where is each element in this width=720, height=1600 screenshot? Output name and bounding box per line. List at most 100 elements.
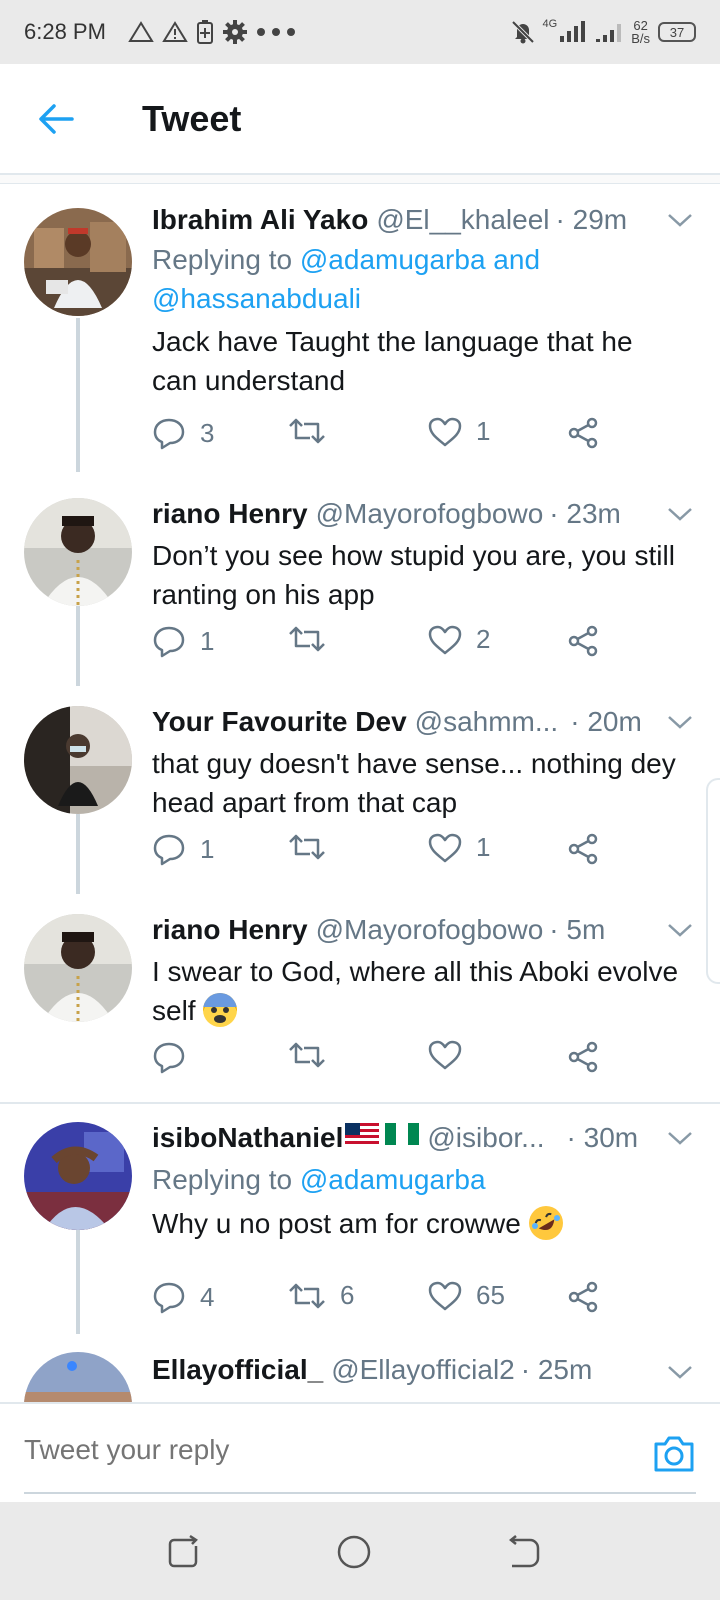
- chevron-down-icon[interactable]: [664, 706, 696, 738]
- back-button[interactable]: [26, 89, 86, 149]
- reply-input[interactable]: [24, 1420, 624, 1480]
- heart-icon: [428, 833, 462, 862]
- avatar[interactable]: [24, 498, 132, 606]
- reply-bubble-icon: [153, 834, 185, 866]
- header-divider: [0, 174, 720, 184]
- retweet-count: 6: [340, 1280, 355, 1310]
- retweet-icon: [289, 1042, 325, 1068]
- tweet-item[interactable]: Ellayofficial_ @Ellayofficial2 · 25m: [0, 1334, 720, 1402]
- reply-mentions[interactable]: @adamugarba: [300, 1164, 486, 1195]
- bell-muted-icon: [511, 20, 534, 44]
- avatar[interactable]: [24, 706, 132, 814]
- author-name[interactable]: riano Henry: [152, 498, 308, 530]
- author-handle[interactable]: @sahmm...: [415, 706, 559, 738]
- share-button[interactable]: [566, 1040, 600, 1074]
- chevron-down-icon[interactable]: [664, 498, 696, 530]
- chevron-down-icon[interactable]: [664, 204, 696, 236]
- recent-apps-icon[interactable]: [164, 1532, 204, 1572]
- like-count: 1: [476, 832, 491, 862]
- author-handle[interactable]: @Ellayofficial2: [331, 1354, 515, 1386]
- tweet-item[interactable]: isiboNathaniel @isibor... · 30m Replying…: [0, 1104, 720, 1334]
- avatar[interactable]: [24, 914, 132, 1022]
- chevron-down-icon[interactable]: [664, 1356, 696, 1388]
- author-handle[interactable]: @Mayorofogbowo: [316, 914, 544, 946]
- retweet-button[interactable]: [288, 832, 340, 862]
- chevron-down-icon[interactable]: [664, 1122, 696, 1154]
- tweet-item[interactable]: riano Henry @Mayorofogbowo · 5m I swear …: [0, 894, 720, 1102]
- share-icon: [568, 1281, 598, 1313]
- home-circle-icon[interactable]: [334, 1532, 374, 1572]
- scroll-handle[interactable]: [706, 778, 720, 984]
- like-button[interactable]: 2: [428, 624, 490, 655]
- battery-indicator: 37: [658, 22, 696, 42]
- tweet-actions: 4 6 65: [152, 1280, 622, 1320]
- tweet-time: · 20m: [570, 706, 642, 737]
- replies-feed[interactable]: Ibrahim Ali Yako @El__khaleel · 29m Repl…: [0, 184, 720, 1402]
- author-name[interactable]: riano Henry: [152, 914, 308, 946]
- replying-to: Replying to @adamugarba and @hassanabdua…: [152, 240, 680, 318]
- tweet-item[interactable]: Your Favourite Dev @sahmm... · 20m that …: [0, 686, 720, 894]
- share-icon: [568, 833, 598, 865]
- notification-icons: [128, 19, 296, 45]
- author-name[interactable]: Ellayofficial_: [152, 1354, 323, 1386]
- fearful-face-emoji: [203, 992, 238, 1027]
- author-handle[interactable]: @Mayorofogbowo: [316, 498, 544, 530]
- camera-icon[interactable]: [652, 1434, 696, 1474]
- back-nav-icon[interactable]: [504, 1532, 544, 1572]
- tweet-header: riano Henry @Mayorofogbowo · 23m: [152, 498, 696, 530]
- reply-count: 3: [200, 417, 215, 448]
- like-button[interactable]: 65: [428, 1280, 505, 1311]
- retweet-button[interactable]: 6: [288, 1280, 354, 1311]
- reply-button[interactable]: 4: [152, 1280, 214, 1314]
- share-button[interactable]: [566, 624, 600, 658]
- page-title: Tweet: [142, 97, 242, 139]
- avatar[interactable]: [24, 1352, 132, 1402]
- reply-button[interactable]: 1: [152, 624, 214, 658]
- battery-saver-icon: [196, 20, 213, 44]
- reply-button[interactable]: [152, 1040, 200, 1074]
- retweet-button[interactable]: [288, 416, 340, 446]
- settings-gear-icon: [222, 20, 247, 44]
- nigeria-flag-icon: [385, 1123, 420, 1145]
- share-icon: [568, 625, 598, 657]
- author-name[interactable]: Your Favourite Dev: [152, 706, 407, 738]
- like-count: 1: [476, 416, 491, 446]
- tweet-item[interactable]: riano Henry @Mayorofogbowo · 23m Don’t y…: [0, 478, 720, 686]
- tweet-header: riano Henry @Mayorofogbowo · 5m: [152, 914, 696, 946]
- tweet-text-content: Why u no post am for crowwe: [152, 1208, 521, 1239]
- retweet-button[interactable]: [288, 1040, 340, 1070]
- reply-bubble-icon: [153, 1042, 185, 1074]
- share-button[interactable]: [566, 832, 600, 866]
- alert-outline-icon: [128, 21, 154, 42]
- thread-line: [76, 814, 80, 894]
- speed-unit: B/s: [631, 31, 650, 46]
- us-flag-icon: [345, 1123, 380, 1145]
- share-button[interactable]: [566, 416, 600, 450]
- reply-button[interactable]: 1: [152, 832, 214, 866]
- tweet-time: · 23m: [549, 498, 621, 529]
- tweet-actions: 1 1: [152, 832, 622, 872]
- chevron-down-icon[interactable]: [664, 914, 696, 946]
- tweet-time: · 25m: [520, 1354, 593, 1385]
- tweet-text: Don’t you see how stupid you are, you st…: [152, 540, 675, 610]
- author-name[interactable]: isiboNathaniel: [152, 1122, 343, 1154]
- avatar[interactable]: [24, 208, 132, 316]
- like-button[interactable]: [428, 1040, 476, 1070]
- avatar[interactable]: [24, 1122, 132, 1230]
- heart-icon: [428, 625, 462, 654]
- share-button[interactable]: [566, 1280, 600, 1314]
- replying-to-label: Replying to: [152, 1164, 293, 1195]
- author-name[interactable]: Ibrahim Ali Yako: [152, 204, 368, 236]
- reply-count: 4: [200, 1281, 215, 1312]
- thread-line: [76, 1230, 80, 1334]
- tweet-item[interactable]: Ibrahim Ali Yako @El__khaleel · 29m Repl…: [0, 184, 720, 472]
- retweet-button[interactable]: [288, 624, 340, 654]
- reply-button[interactable]: 3: [152, 416, 214, 450]
- retweet-icon: [289, 626, 325, 652]
- like-button[interactable]: 1: [428, 416, 490, 447]
- rolling-laughing-emoji: [528, 1205, 563, 1240]
- like-button[interactable]: 1: [428, 832, 490, 863]
- tweet-header: isiboNathaniel @isibor... · 30m: [152, 1122, 696, 1154]
- author-handle[interactable]: @isibor...: [427, 1122, 544, 1154]
- author-handle[interactable]: @El__khaleel: [376, 204, 549, 236]
